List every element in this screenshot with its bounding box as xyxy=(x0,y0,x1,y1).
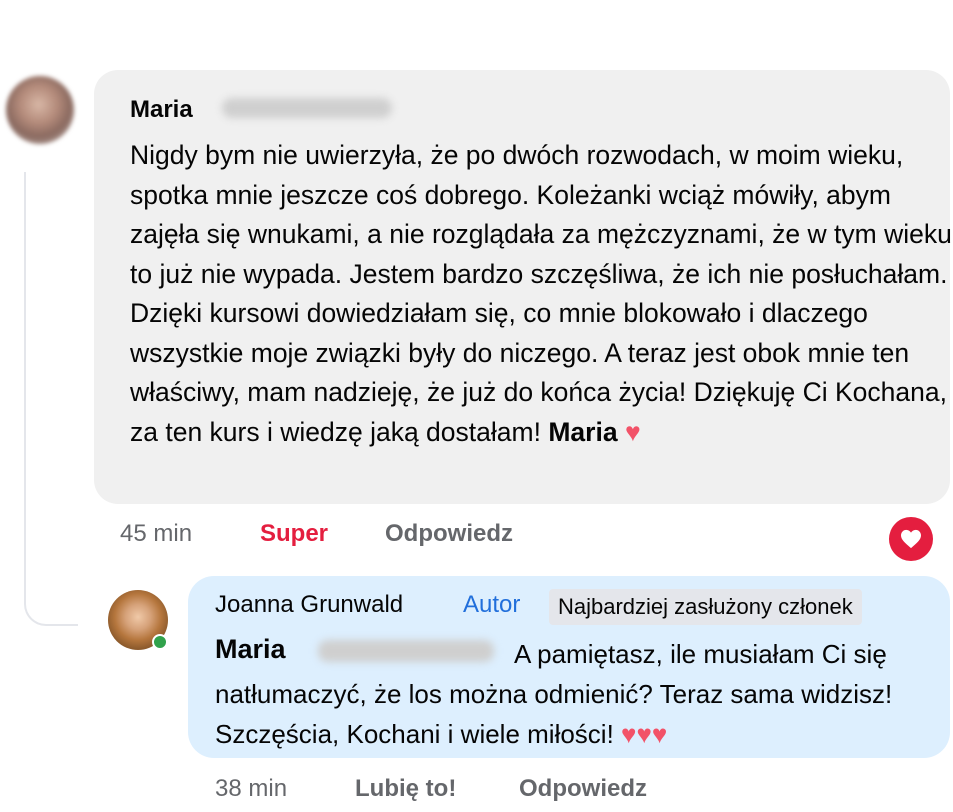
reply-mention[interactable]: Maria xyxy=(215,634,286,665)
reply-text-first-line: A pamiętasz, ile musiałam Ci się xyxy=(514,639,887,669)
thread-connector-line xyxy=(24,172,78,626)
comment-body: Nigdy bym nie uwierzyła, że po dwóch roz… xyxy=(130,140,952,447)
reply-author-name[interactable]: Joanna Grunwald xyxy=(215,591,403,619)
reply-mention-surname-blurred xyxy=(318,640,494,662)
heart-emoji-icon: ♥ xyxy=(624,416,641,447)
comment-author-surname-blurred xyxy=(222,98,392,118)
hearts-emoji-icon: ♥♥♥ xyxy=(621,719,668,749)
author-badge: Autor xyxy=(463,591,521,618)
comment-signature: Maria xyxy=(548,416,618,447)
reply-text: natłumaczyć, że los można odmienić? Tera… xyxy=(215,674,935,754)
comment-timestamp[interactable]: 45 min xyxy=(120,520,192,548)
avatar-maria[interactable] xyxy=(6,76,74,144)
reaction-super-button[interactable]: Super xyxy=(260,520,328,548)
online-status-dot xyxy=(152,634,168,650)
reply-timestamp[interactable]: 38 min xyxy=(215,775,287,803)
reply-reply-button[interactable]: Odpowiedz xyxy=(519,775,647,803)
like-button[interactable]: Lubię to! xyxy=(355,775,456,803)
heart-reaction-icon[interactable] xyxy=(889,517,933,561)
comment-reply-button[interactable]: Odpowiedz xyxy=(385,520,513,548)
reply-body: natłumaczyć, że los można odmienić? Tera… xyxy=(215,679,893,749)
comment-text: Nigdy bym nie uwierzyła, że po dwóch roz… xyxy=(130,136,952,452)
member-badge: Najbardziej zasłużony członek xyxy=(549,589,862,625)
comment-author-name[interactable]: Maria xyxy=(130,96,193,124)
